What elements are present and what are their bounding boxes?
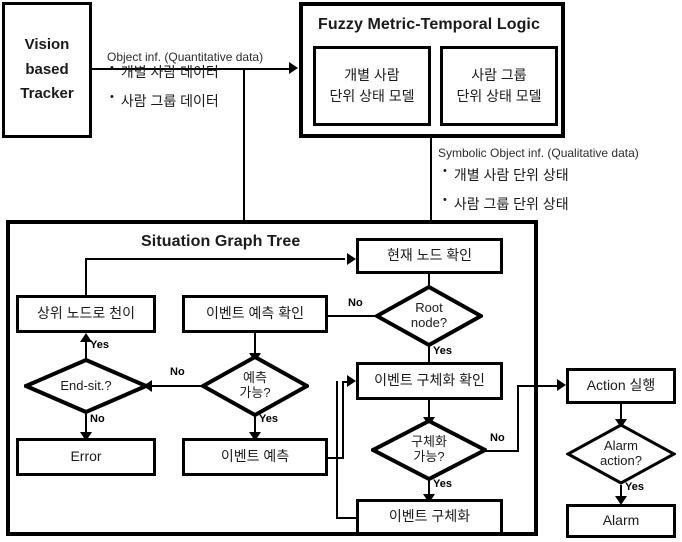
node-current-node-check: 현재 노드 확인: [356, 238, 503, 274]
concrete-loop-hline: [336, 517, 358, 519]
node-error: Error: [16, 438, 156, 476]
decision-root-node: Root node?: [375, 285, 483, 347]
fmtl-title: Fuzzy Metric-Temporal Logic: [318, 16, 540, 33]
qualitative-bullet-1: • 사람 그룹 단위 상태: [443, 194, 569, 212]
diagram-canvas: Vision based Tracker Object inf. (Quanti…: [0, 0, 682, 542]
quantitative-bullets: • 개별 사람 데이터 • 사람 그룹 데이터: [110, 62, 219, 120]
edge-label-endsit-no: No: [90, 413, 105, 425]
concrete-no-vline: [517, 385, 519, 451]
sgt-title: Situation Graph Tree: [141, 233, 301, 250]
node-event-predict-check: 이벤트 예측 확인: [182, 295, 328, 333]
transition-feedback-vline: [85, 258, 87, 298]
decision-end-sit: End-sit.?: [24, 358, 148, 414]
transition-feedback-arrowhead: [347, 253, 356, 265]
root-no-line: [328, 315, 376, 317]
qualitative-drop-line: [430, 138, 432, 220]
edge-label-root-no: No: [348, 297, 363, 309]
node-parent-transition: 상위 노드로 천이: [16, 295, 156, 333]
bullet-dot-icon: •: [443, 194, 447, 206]
quantitative-bullet-1: • 사람 그룹 데이터: [110, 91, 219, 109]
decision-concrete-possible: 구체화 가능?: [371, 419, 487, 481]
qualitative-bullet-0: • 개별 사람 단위 상태: [443, 165, 569, 183]
edge-label-predict-no: No: [170, 366, 185, 378]
edge-label-endsit-yes: Yes: [90, 339, 109, 351]
quantitative-bullet-0: • 개별 사람 데이터: [110, 62, 219, 80]
endsit-yes-line: [85, 341, 87, 361]
predict-to-concretecheck-arrowhead: [347, 375, 356, 387]
fmtl-model-box-1: 사람 그룹 단위 상태 모델: [440, 46, 558, 126]
edge-label-concrete-yes: Yes: [433, 478, 452, 490]
edge-label-root-yes: Yes: [433, 345, 452, 357]
predict-no-line: [152, 385, 202, 387]
node-event-concrete: 이벤트 구체화: [356, 499, 503, 535]
vision-based-tracker-box: Vision based Tracker: [2, 2, 92, 138]
bullet-dot-icon: •: [443, 165, 447, 177]
edge-label-concrete-no: No: [490, 432, 505, 444]
node-event-concrete-check: 이벤트 구체화 확인: [356, 362, 503, 400]
tracker-line-2: based: [25, 60, 69, 78]
decision-alarm-action: Alarm action?: [566, 423, 676, 485]
concrete-no-arrowhead: [557, 379, 566, 391]
tracker-to-fmtl-arrowhead: [289, 62, 298, 74]
edge-label-predict-yes: Yes: [259, 413, 278, 425]
tracker-line-3: Tracker: [20, 85, 74, 103]
decision-predict-possible: 예측 가능?: [201, 355, 309, 417]
concrete-no-hline: [485, 450, 519, 452]
node-alarm: Alarm: [566, 504, 676, 538]
fmtl-model-box-0: 개별 사람 단위 상태 모델: [313, 46, 431, 126]
node-event-predict: 이벤트 예측: [182, 438, 328, 476]
bullet-dot-icon: •: [110, 62, 114, 74]
concrete-no-to-action-line: [517, 385, 559, 387]
node-action-execute: Action 실행: [566, 368, 676, 404]
bullet-dot-icon: •: [110, 91, 114, 103]
qualitative-bullets: • 개별 사람 단위 상태 • 사람 그룹 단위 상태: [443, 165, 569, 223]
tracker-line-1: Vision: [24, 35, 70, 53]
predict-to-concretecheck-vline: [342, 381, 344, 459]
qualitative-caption: Symbolic Object inf. (Qualitative data): [438, 146, 639, 160]
concrete-loop-vline: [336, 381, 338, 519]
transition-feedback-hline: [85, 258, 345, 260]
edge-label-alarm-yes: Yes: [625, 481, 644, 493]
quantitative-drop-line: [243, 68, 245, 220]
